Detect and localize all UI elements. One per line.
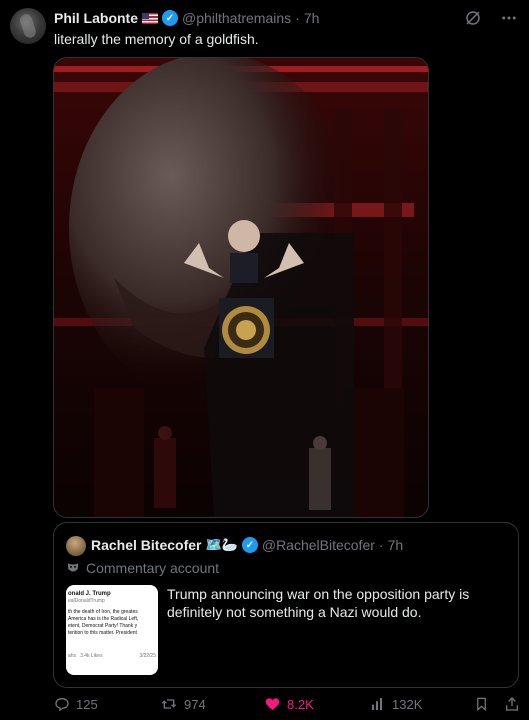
quoted-author-name[interactable]: Rachel Bitecofer <box>91 537 201 553</box>
view-count: 132K <box>392 696 423 712</box>
us-flag-icon <box>142 12 158 24</box>
commentary-label-text: Commentary account <box>86 560 220 576</box>
tweet[interactable]: Phil Labonte ✓ @philthatremains · 7h lit… <box>0 0 529 720</box>
thumbnail-text-line: th the death of Iron, the greates <box>68 609 138 615</box>
reply-icon <box>55 697 69 712</box>
heart-icon <box>265 698 280 710</box>
author-name[interactable]: Phil Labonte <box>54 10 138 26</box>
repost-icon <box>161 699 177 709</box>
reply-count: 125 <box>76 696 98 712</box>
mask-icon <box>66 561 80 575</box>
author-handle[interactable]: @philthatremains <box>182 10 291 26</box>
separator-dot: · <box>295 10 300 26</box>
views-button[interactable]: 132K <box>370 696 422 712</box>
reply-button[interactable]: 125 <box>54 696 98 712</box>
tweet-timestamp[interactable]: 7h <box>304 10 320 26</box>
bookmark-icon <box>477 697 486 711</box>
grok-icon[interactable] <box>463 8 483 28</box>
header-actions <box>463 8 519 28</box>
thumbnail-text-line: America has is the Radical Left, <box>68 616 139 622</box>
verified-badge-icon: ✓ <box>162 10 178 26</box>
quoted-tweet[interactable]: Rachel Bitecofer 🗺️🦢 ✓ @RachelBitecofer … <box>53 522 519 688</box>
like-button[interactable]: 8.2K <box>264 696 314 712</box>
quoted-media-thumbnail[interactable]: onald J. Trump ealDonaldTrump th the dea… <box>66 585 158 675</box>
more-options-icon[interactable] <box>499 8 519 28</box>
thumbnail-date: 3/22/25 <box>139 653 156 659</box>
separator-dot: · <box>378 537 384 553</box>
quoted-author-emoji: 🗺️🦢 <box>205 537 238 552</box>
quoted-tweet-header: Rachel Bitecofer 🗺️🦢 ✓ @RachelBitecofer … <box>91 537 403 553</box>
tweet-text: literally the memory of a goldfish. <box>54 31 259 47</box>
quoted-author-handle[interactable]: @RachelBitecofer <box>262 537 375 553</box>
author-avatar[interactable] <box>10 8 46 44</box>
verified-badge-icon: ✓ <box>241 537 258 553</box>
quoted-timestamp[interactable]: 7h <box>388 537 404 553</box>
bookmark-button[interactable] <box>474 696 489 712</box>
repost-count: 974 <box>184 696 206 712</box>
thumbnail-footer-left: ahs <box>68 653 77 659</box>
tweet-header: Phil Labonte ✓ @philthatremains · 7h <box>54 9 319 27</box>
share-icon <box>506 697 518 711</box>
views-chart-icon <box>372 698 382 710</box>
share-button[interactable] <box>504 696 520 712</box>
tweet-media-image[interactable] <box>53 57 429 518</box>
thumbnail-text-line: etent, Democrat Party! Thank y <box>68 623 138 629</box>
quoted-tweet-text: Trump announcing war on the opposition p… <box>167 586 470 620</box>
thumbnail-author-handle: ealDonaldTrump <box>68 598 105 604</box>
thumbnail-text: th the death of Iron, the greates Americ… <box>68 609 156 637</box>
commentary-label: Commentary account <box>66 560 219 576</box>
quoted-author-avatar[interactable] <box>66 536 86 556</box>
action-bar: 125 974 8.2K 132K <box>50 696 522 716</box>
thumbnail-text-line: tention to this matter. President <box>68 630 137 636</box>
thumbnail-likes: 3.4k Likes <box>80 653 103 659</box>
like-count: 8.2K <box>287 696 314 712</box>
thumbnail-footer: ahs 3.4k Likes 3/22/25 <box>68 653 156 660</box>
thumbnail-author-name: onald J. Trump <box>68 591 111 597</box>
repost-button[interactable]: 974 <box>160 696 206 712</box>
